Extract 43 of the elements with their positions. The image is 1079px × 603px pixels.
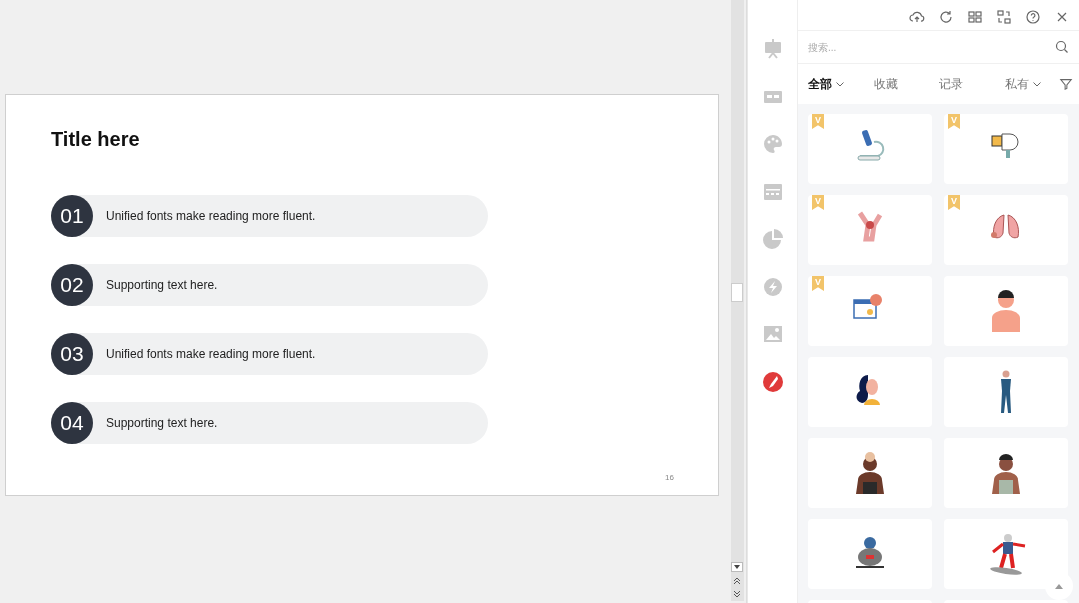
search-icon[interactable] <box>1054 39 1070 55</box>
item-text: Unified fonts make reading more fluent. <box>106 347 316 361</box>
item-text: Supporting text here. <box>106 278 218 292</box>
illustration-card[interactable] <box>808 357 932 427</box>
swap-icon[interactable] <box>996 9 1012 25</box>
number-circle: 02 <box>51 264 93 306</box>
scroll-thumb[interactable] <box>731 283 743 302</box>
next-page-icon[interactable] <box>733 590 741 598</box>
filter-tab[interactable]: 记录 <box>939 75 964 93</box>
illustration-card[interactable]: V <box>808 114 932 184</box>
illustration-card[interactable]: V <box>944 195 1068 265</box>
help-icon[interactable] <box>1025 9 1041 25</box>
caret-icon <box>1055 583 1063 589</box>
illustration-card[interactable]: V <box>944 114 1068 184</box>
number-circle: 04 <box>51 402 93 444</box>
premium-badge: V <box>812 276 824 291</box>
grid-icon[interactable] <box>967 9 983 25</box>
search-field[interactable]: 搜索... <box>798 30 1079 64</box>
person-drawing <box>999 369 1013 415</box>
filter-tab[interactable]: 收藏 <box>873 75 898 93</box>
premium-badge: V <box>812 114 824 129</box>
filter-icon[interactable] <box>1059 77 1073 91</box>
illustration-card[interactable] <box>808 438 932 508</box>
slide-title: Title here <box>51 128 141 151</box>
number-circle: 03 <box>51 333 93 375</box>
scroll-down-button[interactable] <box>731 562 743 572</box>
illustration-card[interactable] <box>944 357 1068 427</box>
premium-badge: V <box>812 195 824 210</box>
illustration-card[interactable]: V <box>808 276 932 346</box>
item-text: Unified fonts make reading more fluent. <box>106 209 316 223</box>
filter-tab[interactable]: 全部 <box>808 75 844 93</box>
refresh-icon[interactable] <box>938 9 954 25</box>
filter-tab[interactable]: 私有 <box>1005 75 1041 93</box>
premium-badge: V <box>948 195 960 210</box>
page-number: 16 <box>665 473 674 482</box>
brush-icon[interactable] <box>761 370 784 393</box>
item-text: Supporting text here. <box>106 416 218 430</box>
number-circle: 01 <box>51 195 93 237</box>
caret-icon <box>734 565 740 569</box>
illustration-card[interactable]: V <box>808 195 932 265</box>
cloud-upload-icon[interactable] <box>909 9 925 25</box>
premium-badge: V <box>948 114 960 129</box>
previous-page-icon[interactable] <box>733 577 741 585</box>
